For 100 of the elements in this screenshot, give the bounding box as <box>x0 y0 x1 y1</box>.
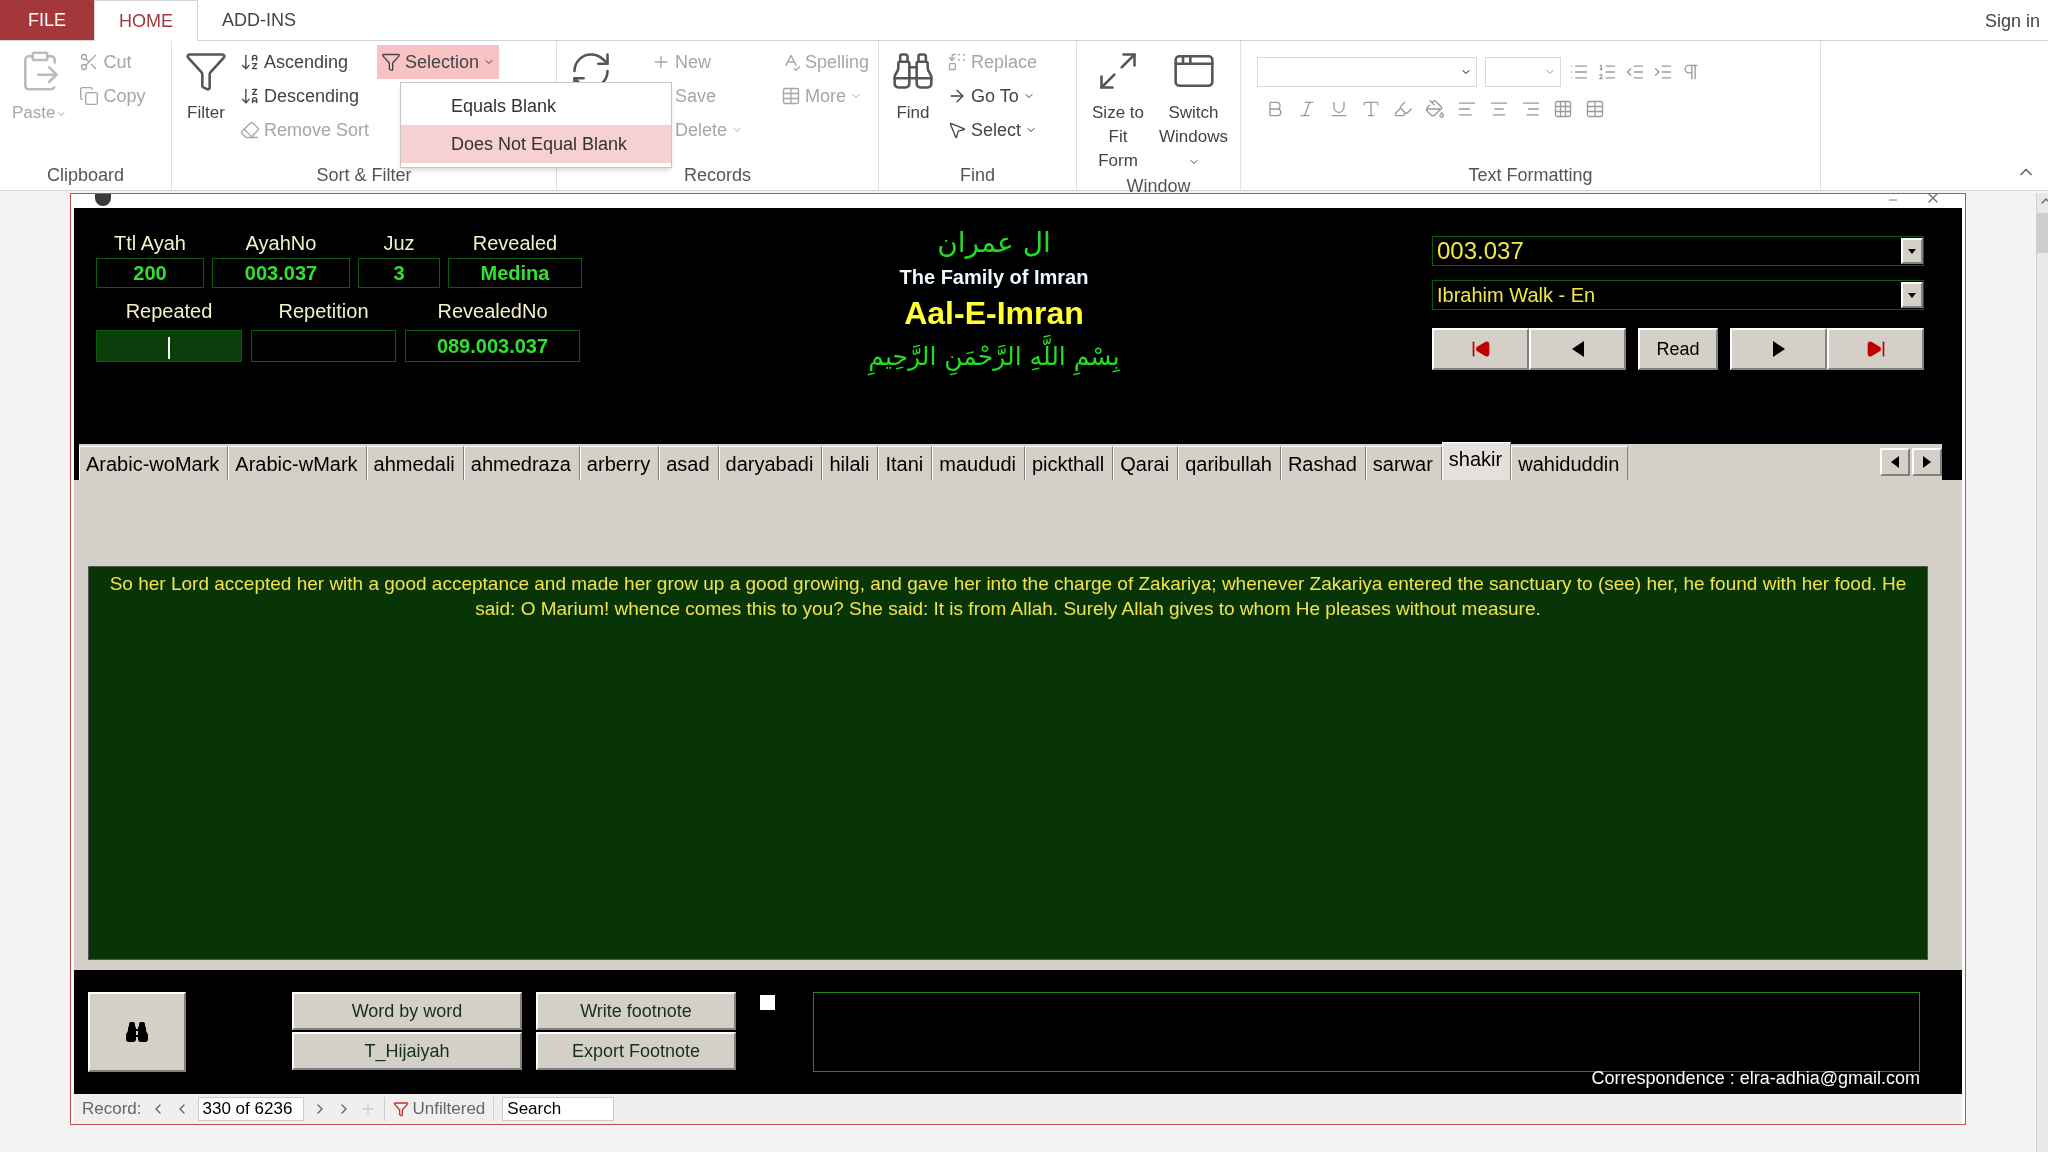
checkbox[interactable] <box>760 995 775 1010</box>
group-label: Records <box>683 164 752 187</box>
previous-icon <box>1570 340 1585 358</box>
text-caret <box>168 336 170 359</box>
table-icon <box>781 86 802 106</box>
translation-tab[interactable]: qaribullah <box>1178 446 1281 480</box>
search-field[interactable]: Search <box>502 1097 615 1121</box>
surah-arabic-name: ال عمران <box>937 225 1051 261</box>
filter-off-icon <box>392 1101 409 1117</box>
reciter-combo[interactable]: Ibrahim Walk - En <box>1432 280 1924 310</box>
translation-tab[interactable]: ahmedali <box>366 446 464 480</box>
ribbon-button[interactable]: Descending <box>236 79 374 113</box>
filter-icon <box>381 52 402 72</box>
record-label: Record: <box>82 1098 142 1121</box>
sort-ascending-icon <box>240 52 260 72</box>
translation-tab[interactable]: maududi <box>932 446 1025 480</box>
ribbon-tab[interactable]: FILE <box>0 0 94 40</box>
navigation-button[interactable] <box>1432 328 1529 370</box>
scroll-right-button[interactable] <box>1912 448 1942 476</box>
right-arrow-icon <box>1923 456 1931 468</box>
ribbon-button[interactable]: Switch Windows <box>1155 45 1232 173</box>
field-label: Juz <box>383 231 415 256</box>
ribbon-button[interactable]: Select <box>943 113 1042 147</box>
gridlines-icon[interactable] <box>1553 99 1573 119</box>
translation-tab[interactable]: Arabic-wMark <box>228 446 367 480</box>
underline-icon[interactable] <box>1329 99 1349 119</box>
field-value: 003.037 <box>212 258 350 288</box>
font-size-field[interactable] <box>1485 57 1561 87</box>
ayah-combo[interactable]: 003.037 <box>1432 236 1924 266</box>
navigation-button[interactable] <box>1827 328 1924 370</box>
font-name-field[interactable] <box>1257 57 1477 87</box>
action-button[interactable]: T_Hijaiyah <box>292 1032 522 1070</box>
scroll-left-button[interactable] <box>1880 448 1910 476</box>
translation-text: So her Lord accepted her with a good acceptance and made her grow up a good growing, and gave her into the charge of Zakariya; whenever Zakariya entered the sanctuary to (see) her, he found with her food. He said: O Marium! whence comes this to you? She said: It is from Allah. Surely Allah gives to whom He pleases without measure. <box>108 572 1908 621</box>
menu-item[interactable]: Does Not Equal Blank <box>401 125 671 163</box>
app-icon <box>95 194 111 206</box>
group-label: Sort & Filter <box>315 164 413 187</box>
pointer-icon <box>947 120 967 140</box>
translation-tab[interactable]: ahmedraza <box>463 446 580 480</box>
group-label: Clipboard <box>45 164 125 187</box>
eraser-icon <box>240 120 260 140</box>
ribbon-button[interactable]: Filter <box>180 45 232 125</box>
field-value: 3 <box>358 258 440 288</box>
input-field[interactable] <box>251 330 396 362</box>
table-icon[interactable] <box>1585 99 1605 119</box>
record-position-field[interactable]: 330 of 6236 <box>197 1097 304 1121</box>
field-label: Revealed <box>472 231 558 256</box>
ribbon-tab[interactable]: HOME <box>94 0 198 41</box>
group-label: Window <box>1125 175 1192 198</box>
translation-tab[interactable]: shakir <box>1441 442 1512 480</box>
basmala: بِسْمِ اللَّهِ الرَّحْمَنِ الرَّحِيمِ <box>868 334 1120 380</box>
navigation-button[interactable] <box>1529 328 1626 370</box>
ribbon-button[interactable]: Size to Fit Form <box>1085 45 1152 173</box>
translation-tab[interactable]: sarwar <box>1365 446 1442 480</box>
translation-tab[interactable]: Arabic-woMark <box>79 446 229 480</box>
translation-tab[interactable]: arberry <box>579 446 660 480</box>
highlighter-icon[interactable] <box>1393 99 1413 119</box>
translation-tab[interactable]: wahiduddin <box>1511 446 1629 480</box>
action-button[interactable]: Write footnote <box>536 992 736 1030</box>
sort-descending-icon <box>240 86 260 106</box>
ribbon-button[interactable]: Ascending <box>236 45 374 79</box>
last-record-icon <box>1865 339 1886 359</box>
ribbon-button[interactable]: Find <box>887 45 939 125</box>
field-label: Repeated <box>125 299 213 324</box>
correspondence-text: Correspondence : elra-adhia@gmail.com <box>1591 1067 1920 1090</box>
translation-tab[interactable]: pickthall <box>1025 446 1114 480</box>
field-label: Repetition <box>278 299 369 324</box>
font-color-icon[interactable] <box>1361 99 1381 119</box>
field-label: Ttl Ayah <box>114 231 186 256</box>
ribbon-tab[interactable]: ADD-INS <box>198 0 321 40</box>
ribbon-button[interactable]: Selection <box>377 45 500 79</box>
surah-title: Aal-E-Imran <box>904 294 1084 333</box>
translation-tab[interactable]: Rashad <box>1280 446 1366 480</box>
binoculars-icon <box>125 1020 149 1044</box>
translation-tab[interactable]: hilali <box>822 446 879 480</box>
filter-toggle[interactable]: Unfiltered <box>392 1096 486 1122</box>
find-button[interactable] <box>88 992 186 1072</box>
translation-tab[interactable]: daryabadi <box>718 446 823 480</box>
sign-in-link[interactable]: Sign in <box>1984 8 2040 35</box>
input-field[interactable]: 089.003.037 <box>405 330 580 362</box>
surah-meaning: The Family of Imran <box>899 265 1089 290</box>
field-value: Medina <box>448 258 582 288</box>
translation-tab[interactable]: Qarai <box>1113 446 1179 480</box>
action-button[interactable]: Export Footnote <box>536 1032 736 1070</box>
footnote-box[interactable] <box>813 992 1920 1072</box>
group-label: Text Formatting <box>1467 164 1594 187</box>
translation-tab[interactable]: Itani <box>878 446 933 480</box>
next-icon <box>1771 340 1786 358</box>
copy-icon <box>79 86 100 106</box>
field-label: AyahNo <box>245 231 317 256</box>
group-label: Find <box>959 164 996 187</box>
action-button[interactable]: Word by word <box>292 992 522 1030</box>
paint-bucket-icon[interactable] <box>1425 99 1445 119</box>
navigation-button[interactable] <box>1730 328 1827 370</box>
replace-icon <box>947 52 967 72</box>
translation-tab[interactable]: asad <box>659 446 719 480</box>
input-field[interactable] <box>96 330 242 362</box>
read-button[interactable]: Read <box>1638 328 1718 370</box>
numbered-list-icon[interactable] <box>1597 62 1617 82</box>
ribbon-button[interactable]: Go To <box>943 79 1042 113</box>
